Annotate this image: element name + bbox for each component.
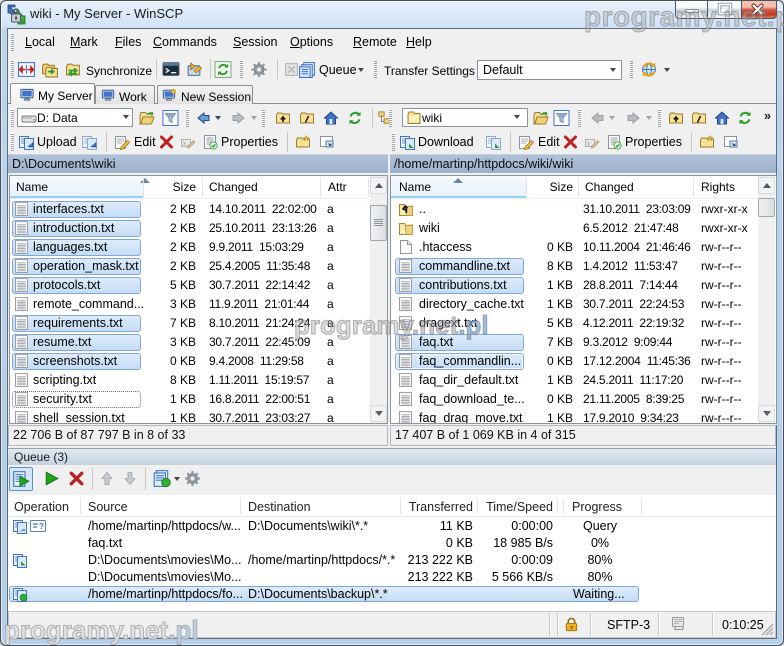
svg-text:x: x xyxy=(183,142,186,148)
svg-text:x: x xyxy=(587,142,590,148)
svg-text:?: ? xyxy=(39,522,44,531)
